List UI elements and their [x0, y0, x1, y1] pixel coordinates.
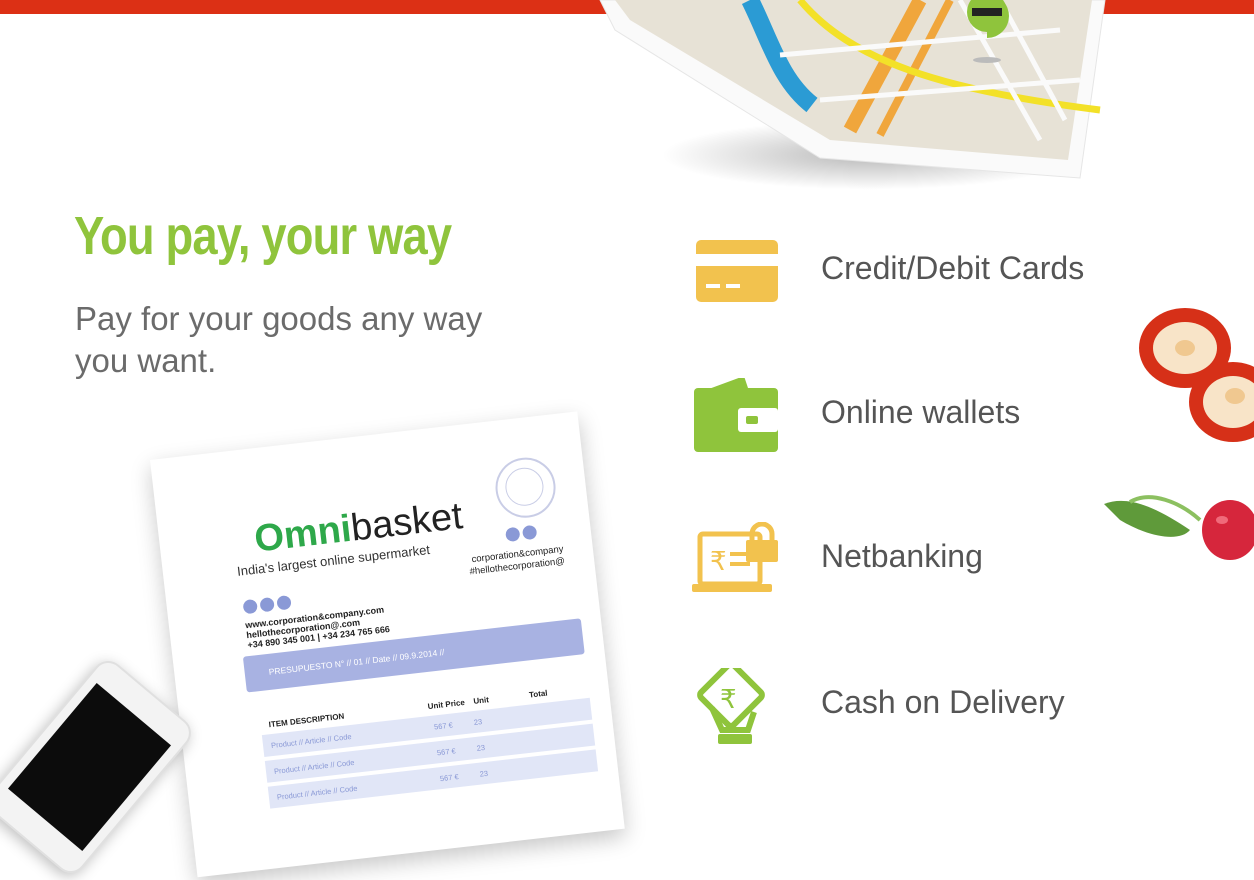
stamp-icon [492, 454, 559, 521]
phone-screen [7, 682, 172, 852]
method-label: Netbanking [821, 538, 983, 574]
netbanking-icon: ₹ [692, 522, 778, 592]
method-label: Credit/Debit Cards [821, 250, 1085, 286]
facebook-icon [521, 524, 538, 541]
svg-text:₹: ₹ [720, 685, 737, 715]
twitter-icon [505, 526, 521, 543]
col-unit: Unit [472, 695, 490, 706]
method-label: Cash on Delivery [821, 684, 1065, 720]
method-label: Online wallets [821, 394, 1021, 430]
hero-title: You pay, your way [74, 206, 452, 266]
credit-card-icon [696, 240, 778, 302]
invoice-image: Omnibasket India's largest online superm… [150, 411, 625, 878]
radish-image [1104, 495, 1254, 560]
wallet-icon [694, 378, 778, 452]
social-icons [505, 524, 541, 547]
mail-icon [259, 596, 275, 613]
map-illustration [520, 0, 1120, 210]
method-cash-on-delivery: ₹ Cash on Delivery [690, 668, 1210, 744]
svg-text:₹: ₹ [710, 547, 727, 577]
method-credit-debit-cards: Credit/Debit Cards [690, 234, 1210, 310]
col-total: Total [528, 688, 548, 700]
web-icon [242, 598, 258, 615]
smartphone-image [0, 654, 198, 880]
col-unit-price: Unit Price [427, 697, 466, 712]
cash-on-delivery-icon: ₹ [697, 668, 765, 744]
map-graphic [599, 0, 1106, 179]
hero-subtitle: Pay for your goods any way you want. [75, 300, 483, 379]
invoice-company-info: corporation&company #hellothecorporation… [468, 544, 566, 579]
phone-icon [276, 594, 292, 611]
bell-pepper-rings-image [1139, 308, 1254, 442]
